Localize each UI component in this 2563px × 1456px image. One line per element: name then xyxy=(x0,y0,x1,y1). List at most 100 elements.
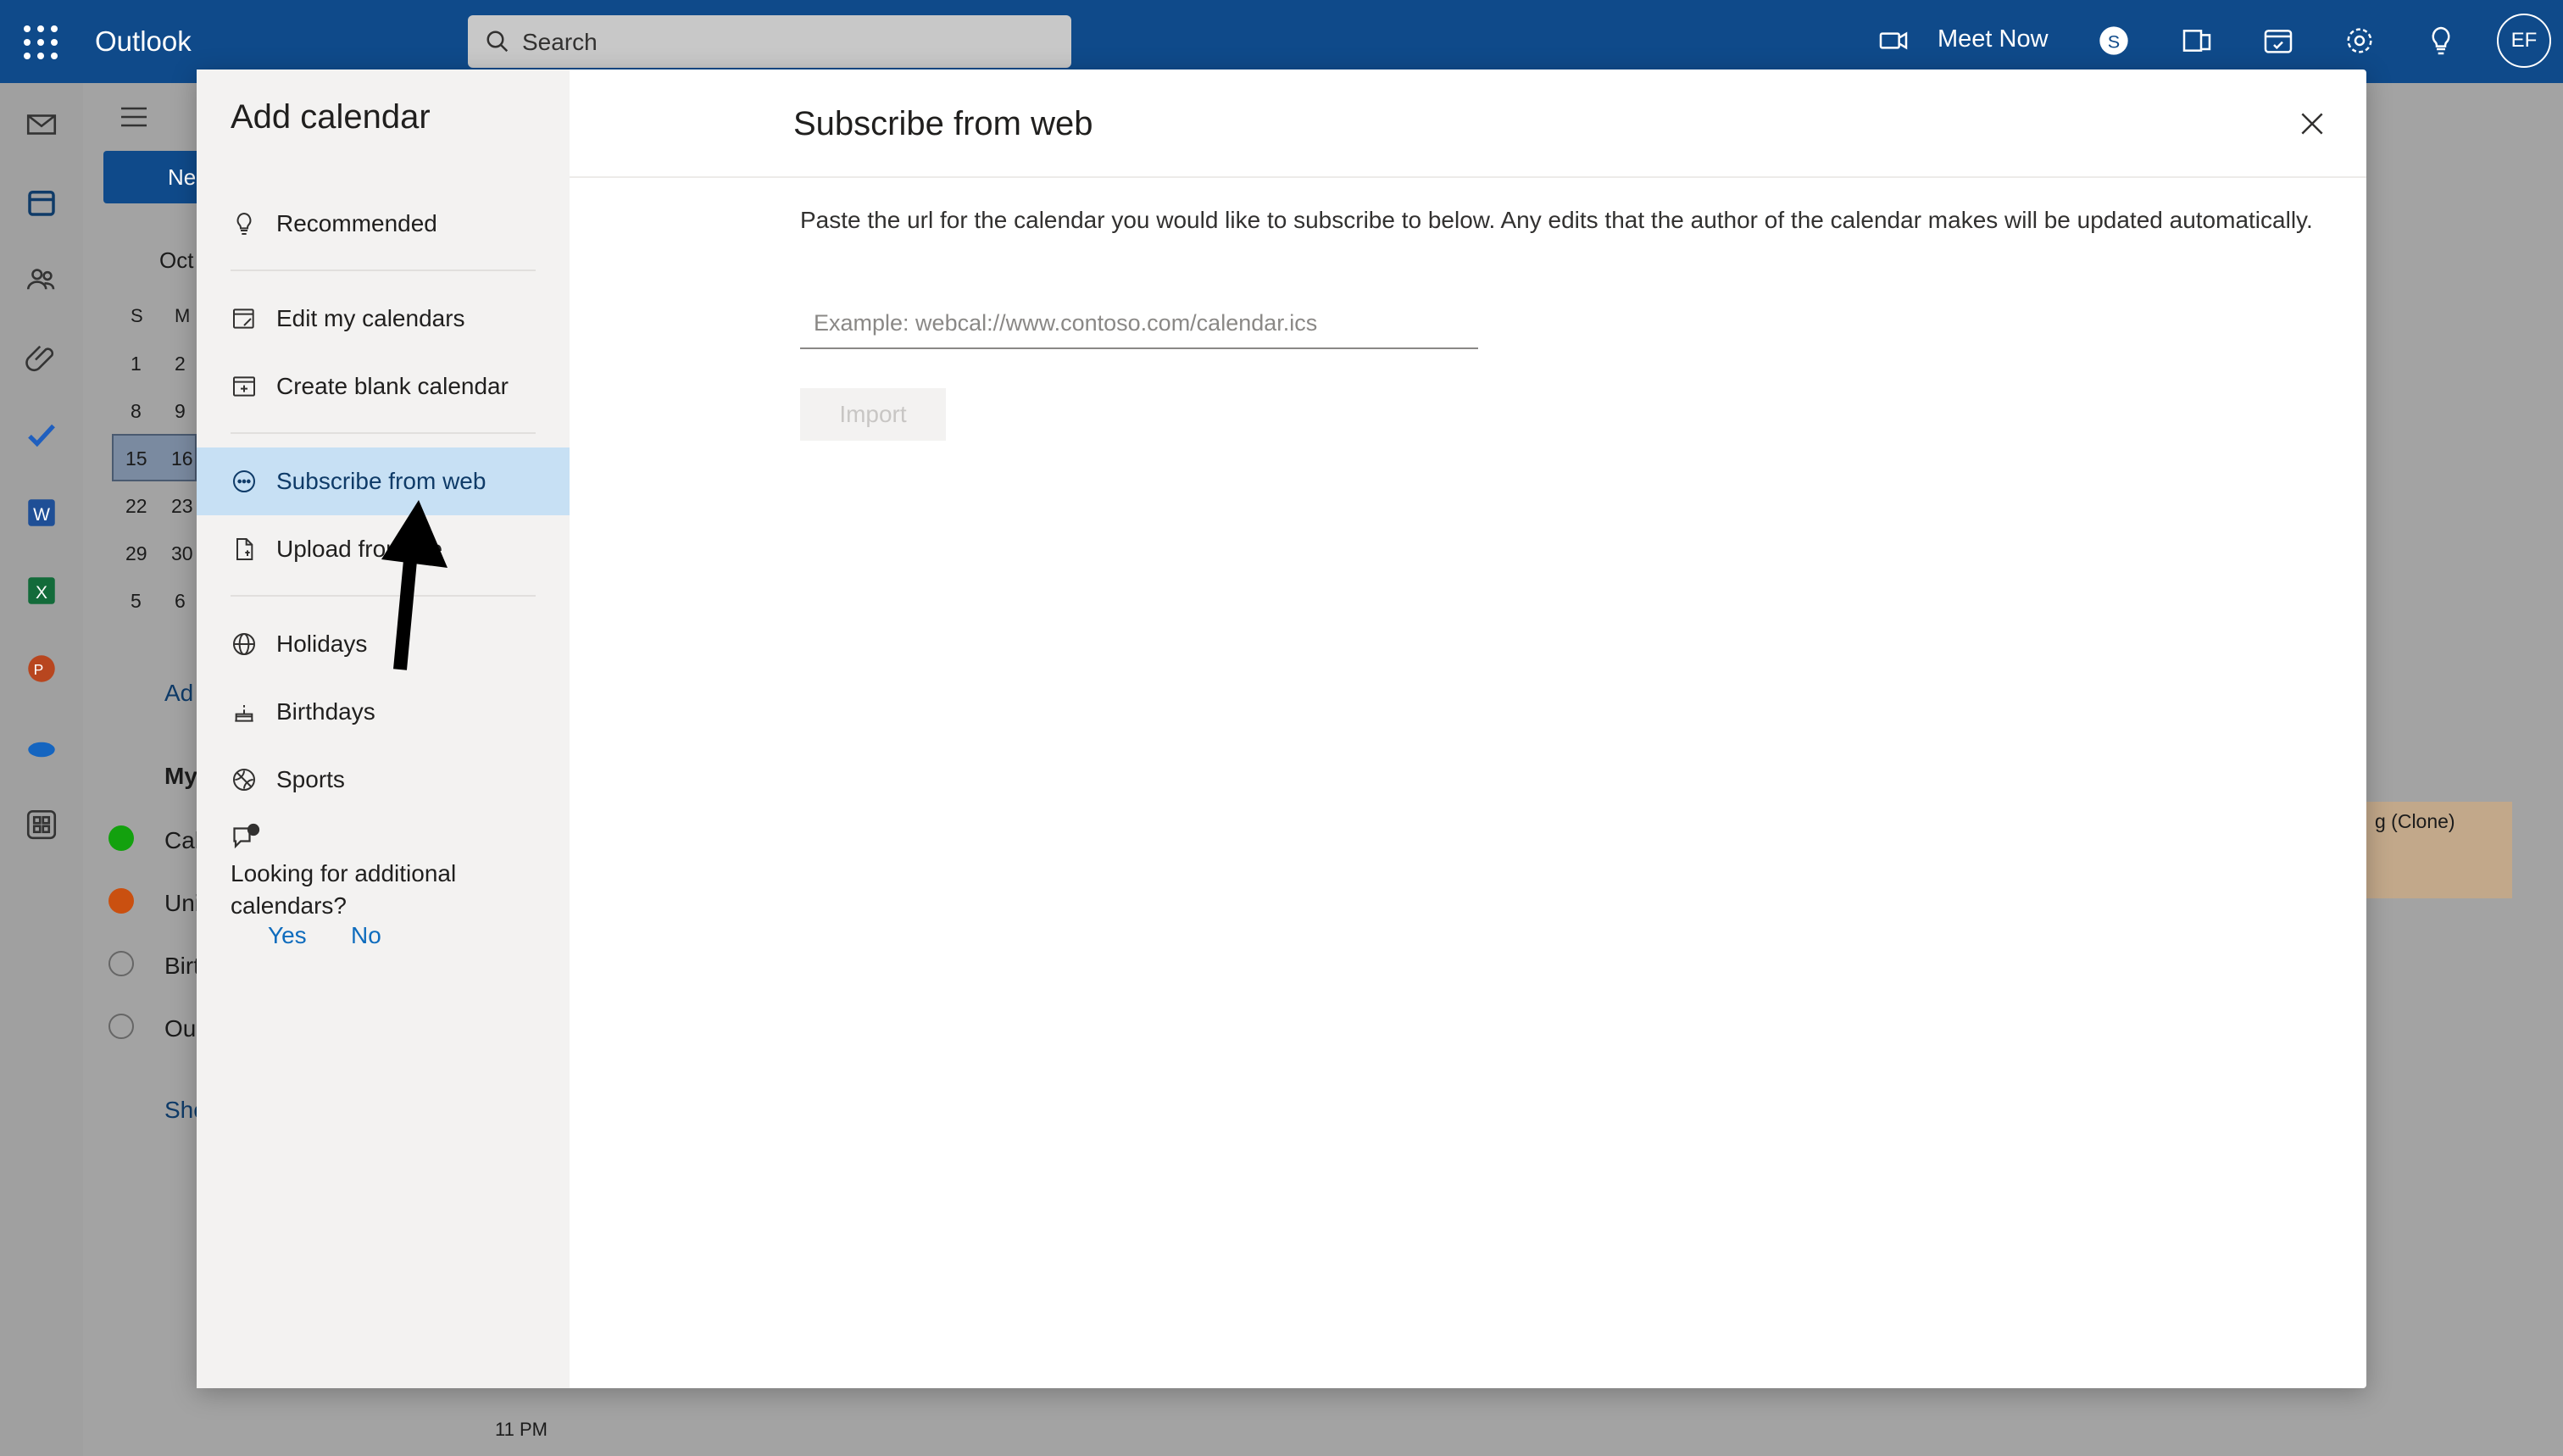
feedback-icon xyxy=(233,823,260,849)
app-name[interactable]: Outlook xyxy=(95,25,192,58)
nav-upload-from-file[interactable]: Upload from file xyxy=(197,515,570,583)
calendar-name[interactable]: Birt xyxy=(164,953,200,980)
search-icon xyxy=(486,31,509,53)
cake-icon xyxy=(235,705,253,722)
globe-icon xyxy=(233,633,255,655)
nav-label: Sports xyxy=(276,766,345,792)
mini-calendar-day[interactable]: 6 xyxy=(175,590,186,613)
people-icon[interactable] xyxy=(24,261,59,297)
new-event-label: Ne xyxy=(168,164,197,190)
paperclip-icon[interactable] xyxy=(24,339,59,375)
svg-text:X: X xyxy=(36,583,47,603)
calendar-name[interactable]: Ou xyxy=(164,1015,196,1042)
mini-calendar-day[interactable]: 8 xyxy=(131,400,142,423)
app-rail: W X P xyxy=(0,83,83,1456)
nav-edit-my-calendars[interactable]: Edit my calendars xyxy=(197,285,570,353)
nav-label: Holidays xyxy=(276,631,368,657)
mini-calendar-day[interactable]: 23 xyxy=(171,495,193,518)
divider xyxy=(231,432,536,434)
new-event-button[interactable]: Ne xyxy=(103,151,205,203)
app-launcher-icon[interactable] xyxy=(24,25,58,59)
file-upload-icon xyxy=(236,538,253,560)
nav-sports[interactable]: Sports xyxy=(197,746,570,814)
nav-recommended[interactable]: Recommended xyxy=(197,190,570,258)
avatar[interactable]: EF xyxy=(2497,14,2551,68)
teams-icon[interactable] xyxy=(2180,24,2214,58)
calendar-icon[interactable] xyxy=(24,185,59,220)
mini-calendar-day[interactable]: 16 xyxy=(171,447,193,470)
feedback-yes-button[interactable]: Yes xyxy=(268,922,307,949)
mini-calendar-day[interactable]: 22 xyxy=(125,495,147,518)
search-box[interactable]: Search xyxy=(468,15,1071,68)
lightbulb-icon[interactable] xyxy=(2424,24,2458,58)
mini-calendar-day[interactable]: 29 xyxy=(125,542,147,565)
mini-calendar-day[interactable]: 9 xyxy=(175,400,186,423)
calendar-checkbox[interactable] xyxy=(108,1014,134,1039)
close-icon[interactable] xyxy=(2295,107,2329,141)
nav-label: Upload from file xyxy=(276,536,443,562)
dialog-title: Add calendar xyxy=(231,98,431,136)
mini-calendar-day[interactable]: 15 xyxy=(125,447,147,470)
divider xyxy=(231,270,536,271)
mini-calendar-day[interactable]: 5 xyxy=(131,590,142,613)
nav-holidays[interactable]: Holidays xyxy=(197,610,570,678)
video-camera-icon[interactable] xyxy=(1876,24,1910,58)
hamburger-menu-icon[interactable] xyxy=(117,100,151,134)
dialog-nav: Add calendar Recommended Edit my calenda… xyxy=(197,69,570,1388)
powerpoint-icon[interactable]: P xyxy=(24,651,59,686)
description: Paste the url for the calendar you would… xyxy=(800,207,2313,233)
link-icon xyxy=(233,470,255,492)
svg-text:P: P xyxy=(34,661,44,678)
calendar-checkbox[interactable] xyxy=(108,888,134,914)
search-placeholder: Search xyxy=(522,29,598,55)
calendar-url-input[interactable] xyxy=(800,298,1478,349)
mail-icon[interactable] xyxy=(24,107,59,142)
mini-calendar-day[interactable]: 2 xyxy=(175,353,186,375)
more-apps-icon[interactable] xyxy=(24,807,59,842)
time-label: 11 PM xyxy=(495,1419,548,1440)
lightbulb-icon xyxy=(236,212,252,235)
nav-label: Edit my calendars xyxy=(276,305,465,331)
nav-label: Subscribe from web xyxy=(276,468,486,494)
dialog-main: Subscribe from web Paste the url for the… xyxy=(570,69,2366,1388)
my-day-icon[interactable] xyxy=(2261,24,2295,58)
divider xyxy=(231,595,536,597)
divider xyxy=(570,176,2366,178)
svg-text:W: W xyxy=(33,505,50,525)
calendar-name[interactable]: Uni xyxy=(164,890,200,917)
import-button[interactable]: Import xyxy=(800,388,946,441)
calendar-name[interactable]: Cal xyxy=(164,827,200,854)
skype-icon[interactable]: S xyxy=(2097,24,2131,58)
nav-create-blank-calendar[interactable]: Create blank calendar xyxy=(197,353,570,420)
event-block[interactable]: g (Clone) xyxy=(2363,802,2512,898)
weekday-header: M xyxy=(175,305,191,326)
mini-calendar-day[interactable]: 1 xyxy=(131,353,142,375)
mini-calendar-day[interactable]: 30 xyxy=(171,542,193,565)
nav-label: Birthdays xyxy=(276,698,375,725)
calendar-checkbox[interactable] xyxy=(108,951,134,976)
event-title: g (Clone) xyxy=(2375,810,2455,832)
edit-calendar-icon xyxy=(233,308,254,329)
feedback-prompt: Looking for additional calendars? xyxy=(231,860,457,919)
ball-icon xyxy=(233,769,255,791)
settings-gear-icon[interactable] xyxy=(2343,24,2377,58)
todo-check-icon[interactable] xyxy=(24,417,59,453)
add-calendar-dialog: Add calendar Recommended Edit my calenda… xyxy=(197,69,2366,1388)
my-calendars-header[interactable]: My xyxy=(164,763,197,790)
add-calendar-link[interactable]: Ad xyxy=(164,680,193,707)
section-heading: Subscribe from web xyxy=(793,105,1093,142)
excel-icon[interactable]: X xyxy=(24,573,59,609)
word-icon[interactable]: W xyxy=(24,495,59,531)
meet-now-button[interactable]: Meet Now xyxy=(1938,25,2049,53)
mini-calendar-month[interactable]: Oct xyxy=(159,247,193,274)
svg-text:S: S xyxy=(2108,31,2120,52)
add-calendar-icon xyxy=(233,376,255,397)
nav-label: Create blank calendar xyxy=(276,373,509,399)
feedback-no-button[interactable]: No xyxy=(351,922,381,949)
nav-label: Recommended xyxy=(276,210,437,236)
nav-subscribe-from-web[interactable]: Subscribe from web xyxy=(197,447,570,515)
onedrive-icon[interactable] xyxy=(24,729,59,764)
nav-birthdays[interactable]: Birthdays xyxy=(197,678,570,746)
weekday-header: S xyxy=(131,305,143,326)
calendar-checkbox[interactable] xyxy=(108,825,134,851)
